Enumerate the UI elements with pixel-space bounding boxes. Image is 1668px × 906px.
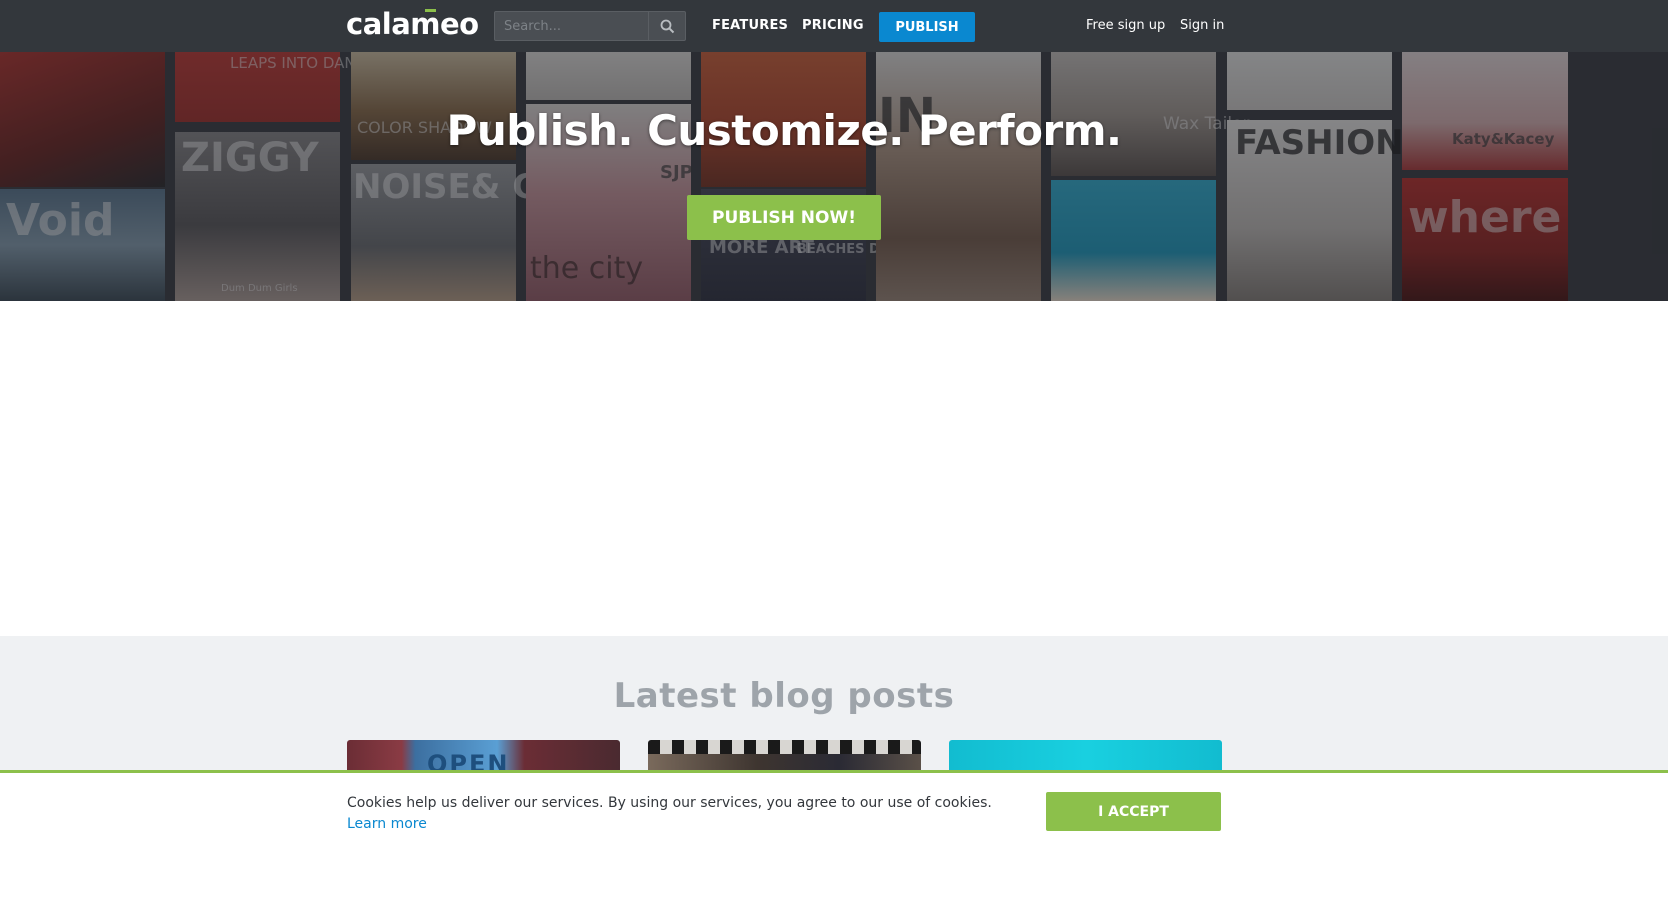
blog-section-title: Latest blog posts <box>613 676 955 716</box>
hero-title: Publish. Customize. Perform. <box>446 106 1122 155</box>
cookie-message: Cookies help us deliver our services. By… <box>347 795 992 811</box>
search-input[interactable] <box>495 12 649 40</box>
accept-cookies-button[interactable]: I ACCEPT <box>1046 792 1221 831</box>
nav-features[interactable]: FEATURES <box>712 18 788 33</box>
learn-more-link[interactable]: Learn more <box>347 816 427 832</box>
logo-text: calameo <box>346 7 479 41</box>
hero-banner: Void LEAPS INTO DANCE ZIGGY Dum Dum Girl… <box>0 52 1668 301</box>
calameo-logo[interactable]: calameo <box>346 8 479 40</box>
cookie-consent-bar: Cookies help us deliver our services. By… <box>0 770 1668 906</box>
search-icon <box>660 19 674 33</box>
search-button[interactable] <box>648 12 685 40</box>
hero-dark-overlay <box>0 52 1668 301</box>
top-navbar: calameo FEATURES PRICING PUBLISH Free si… <box>0 0 1668 52</box>
free-signup-link[interactable]: Free sign up <box>1086 18 1165 33</box>
publish-now-button[interactable]: PUBLISH NOW! <box>687 195 881 240</box>
logo-accent-mark <box>425 9 436 12</box>
publish-button[interactable]: PUBLISH <box>879 12 975 42</box>
signin-link[interactable]: Sign in <box>1180 18 1224 33</box>
nav-pricing[interactable]: PRICING <box>802 18 864 33</box>
search-box <box>494 11 686 41</box>
